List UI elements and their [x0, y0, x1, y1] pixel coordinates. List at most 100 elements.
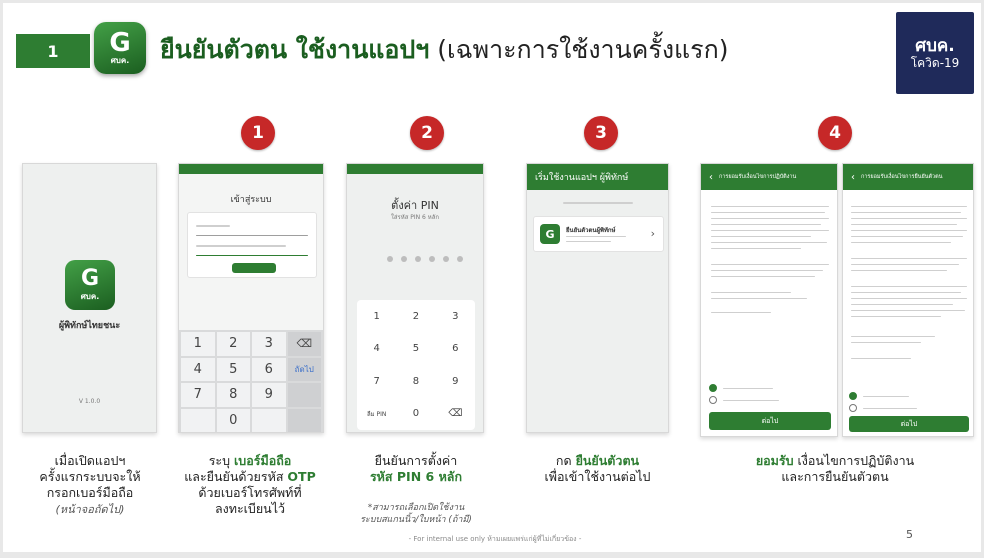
page-number: 5 [906, 528, 913, 541]
accept-radio[interactable] [709, 384, 717, 392]
caption-1-bold: เบอร์มือถือ [234, 453, 292, 468]
bottom-border [0, 552, 984, 556]
phone-set-pin-screen: ตั้งค่า PIN ใส่รหัส PIN 6 หลัก 1 2 3 4 5… [346, 163, 484, 433]
pin-key-2[interactable]: 2 [396, 300, 435, 333]
forgot-pin-key[interactable]: ลืม PIN [357, 398, 396, 431]
terms-text-line [851, 258, 967, 259]
terms-text-line [711, 276, 815, 277]
back-arrow-icon[interactable]: ‹ [851, 172, 855, 183]
terms-text-line [851, 212, 961, 213]
accept-label [863, 396, 909, 397]
work-terms-next-button[interactable]: ต่อไป [709, 412, 831, 430]
section-number-badge: 1 [16, 34, 90, 68]
backspace-key[interactable]: ⌫ [287, 332, 321, 356]
caption-step-1: ระบุ เบอร์มือถือ และยืนยันด้วยรหัส OTP ด… [170, 453, 330, 517]
key-0[interactable]: 0 [216, 408, 250, 432]
phone-number-input[interactable] [196, 235, 308, 236]
terms-text-line [711, 230, 829, 231]
key-4[interactable]: 4 [181, 357, 215, 381]
next-key[interactable]: ถัดไป [287, 357, 321, 381]
caption-step-3: กด ยืนยันตัวตน เพื่อเข้าใช้งานต่อไป [520, 453, 675, 485]
back-arrow-icon[interactable]: ‹ [709, 172, 713, 183]
terms-text-line [851, 358, 911, 359]
terms-text-line [851, 304, 953, 305]
start-screen-instruction [563, 202, 633, 204]
phone-field-label [196, 225, 230, 227]
terms-text-line [851, 218, 967, 219]
terms-text-line [711, 224, 821, 225]
caption-1-otp: OTP [287, 469, 316, 484]
blank-key-left [181, 408, 215, 432]
decline-radio[interactable] [849, 404, 857, 412]
pin-key-1[interactable]: 1 [357, 300, 396, 333]
status-bar [179, 164, 323, 174]
page-title: ยืนยันตัวตน ใช้งานแอปฯ (เฉพาะการใช้งานคร… [160, 30, 728, 70]
pin-key-9[interactable]: 9 [436, 365, 475, 398]
confirm-identity-desc2 [566, 241, 611, 242]
caption-step-4: ยอมรับ เงื่อนไขการปฏิบัติงาน และการยืนยั… [720, 453, 950, 485]
footer-confidential: - For internal use only ห้ามเผยแพร่แก่ผู… [408, 535, 582, 543]
login-form-card [187, 212, 317, 278]
terms-text-line [711, 292, 791, 293]
caption-step-0: เมื่อเปิดแอปฯ ครั้งแรกระบบจะให้ กรอกเบอร… [20, 453, 160, 518]
key-5[interactable]: 5 [216, 357, 250, 381]
confirm-identity-icon: G [540, 224, 560, 244]
terms-text-line [711, 270, 823, 271]
pin-key-3[interactable]: 3 [436, 300, 475, 333]
terms-text-line [851, 236, 963, 237]
otp-input[interactable] [196, 255, 308, 256]
phone-work-terms-screen: ‹ การยอมรับเงื่อนไขการปฏิบัติงาน ต่อไป [700, 163, 838, 437]
pin-dots [387, 256, 463, 262]
decline-radio[interactable] [709, 396, 717, 404]
key-6[interactable]: 6 [252, 357, 286, 381]
request-otp-button[interactable] [232, 263, 276, 273]
splash-app-name: ผู้พิทักษ์ไทยชนะ [58, 321, 121, 331]
caption-4-line2: และการยืนยันตัวตน [781, 469, 889, 484]
key-3[interactable]: 3 [252, 332, 286, 356]
pin-backspace-key[interactable]: ⌫ [436, 398, 475, 431]
terms-text-line [711, 206, 829, 207]
key-7[interactable]: 7 [181, 383, 215, 407]
caption-2-note: *สามารถเลือกเปิดใช้งาน ระบบสแกนนิ้ว/ใบหน… [346, 502, 486, 526]
identity-terms-next-button[interactable]: ต่อไป [849, 416, 969, 432]
key-2[interactable]: 2 [216, 332, 250, 356]
step-number-1: 1 [241, 116, 275, 150]
pin-key-8[interactable]: 8 [396, 365, 435, 398]
key-9[interactable]: 9 [252, 383, 286, 407]
pin-key-4[interactable]: 4 [357, 333, 396, 366]
phone-splash-screen: G ศบค. ผู้พิทักษ์ไทยชนะ V 1.0.0 [22, 163, 157, 433]
phone-identity-terms-screen: ‹ การยอมรับเงื่อนไขการยืนยันตัวตน ต่อไป [842, 163, 974, 437]
phone-login-screen: เข้าสู่ระบบ 1 2 3 ⌫ 4 5 6 ถัดไป 7 8 9 0 [178, 163, 324, 433]
terms-text-line [851, 342, 921, 343]
decline-label [723, 400, 779, 401]
terms-text-line [711, 218, 829, 219]
app-logo-letter: G [109, 28, 131, 58]
blank-key[interactable] [287, 383, 321, 407]
numeric-keypad: 1 2 3 ⌫ 4 5 6 ถัดไป 7 8 9 0 [179, 330, 323, 432]
confirm-identity-item[interactable]: G ยืนยันตัวตนผู้พิทักษ์ › [533, 216, 664, 252]
accept-radio[interactable] [849, 392, 857, 400]
pin-key-0[interactable]: 0 [396, 398, 435, 431]
pin-key-6[interactable]: 6 [436, 333, 475, 366]
decline-label [863, 408, 917, 409]
terms-text-line [851, 292, 961, 293]
page-title-sub: (เฉพาะการใช้งานครั้งแรก) [437, 35, 729, 64]
caption-2-bold: รหัส PIN 6 หลัก [369, 469, 463, 484]
key-8[interactable]: 8 [216, 383, 250, 407]
start-screen-header: เริ่มใช้งานแอปฯ ผู้พิทักษ์ [527, 164, 668, 190]
step-number-3: 3 [584, 116, 618, 150]
identity-terms-title: การยอมรับเงื่อนไขการยืนยันตัวตน [861, 174, 943, 180]
key-1[interactable]: 1 [181, 332, 215, 356]
caption-0-note: (หน้าจอถัดไป) [55, 503, 125, 516]
splash-app-icon: G ศบค. [65, 260, 115, 310]
caption-0-line2: ครั้งแรกระบบจะให้ [39, 469, 141, 484]
pin-key-7[interactable]: 7 [357, 365, 396, 398]
terms-text-line [711, 236, 811, 237]
pin-keypad: 1 2 3 4 5 6 7 8 9 ลืม PIN 0 ⌫ [357, 300, 475, 430]
caption-4-rest: เงื่อนไขการปฏิบัติงาน [793, 453, 915, 468]
caption-3-bold: ยืนยันตัวตน [575, 453, 640, 468]
confirm-identity-desc [566, 236, 626, 237]
pin-key-5[interactable]: 5 [396, 333, 435, 366]
terms-text-line [851, 230, 967, 231]
login-title: เข้าสู่ระบบ [230, 195, 272, 205]
